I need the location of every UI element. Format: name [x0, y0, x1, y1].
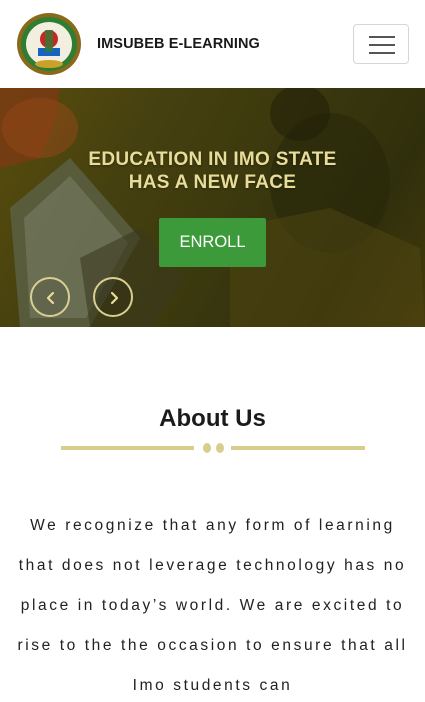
carousel-prev-button[interactable]: [30, 277, 70, 317]
hero-title-line1: EDUCATION IN IMO STATE: [88, 149, 337, 170]
chevron-right-icon: [110, 291, 119, 305]
hero-title: EDUCATION IN IMO STATE HAS A NEW FACE: [0, 148, 425, 194]
hero-title-line2: HAS A NEW FACE: [128, 172, 297, 193]
enroll-button[interactable]: ENROLL: [159, 218, 266, 267]
carousel-next-button[interactable]: [93, 277, 133, 317]
section-divider: [61, 442, 365, 456]
site-header: IMSUBEB E-LEARNING: [0, 0, 425, 88]
divider-line-left: [61, 446, 194, 450]
menu-toggle-button[interactable]: [353, 24, 409, 64]
hero-carousel: EDUCATION IN IMO STATE HAS A NEW FACE EN…: [0, 88, 425, 327]
divider-line-right: [231, 446, 365, 450]
divider-dot: [216, 443, 224, 453]
chevron-left-icon: [46, 291, 55, 305]
about-section-title: About Us: [159, 405, 266, 432]
about-paragraph: We recognize that any form of learning t…: [17, 517, 408, 694]
site-brand-title[interactable]: IMSUBEB E-LEARNING: [97, 36, 260, 52]
divider-dot: [203, 443, 211, 453]
imsubeb-crest-logo[interactable]: [16, 12, 82, 76]
